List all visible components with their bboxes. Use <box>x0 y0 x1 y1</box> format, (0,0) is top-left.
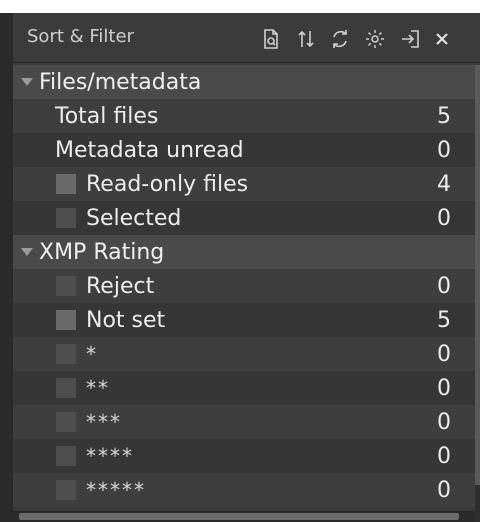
panel-header: Sort & Filter <box>13 13 480 63</box>
collapse-triangle-icon[interactable] <box>21 248 33 256</box>
row-metadata-unread[interactable]: Metadata unread 0 <box>13 133 475 167</box>
row-count: 0 <box>437 477 451 503</box>
row-count: 0 <box>437 443 451 469</box>
row-label: Total files <box>55 103 159 129</box>
search-document-icon[interactable] <box>258 26 284 52</box>
row-label: Metadata unread <box>55 137 244 163</box>
row-label: *** <box>86 410 122 434</box>
row-label: ** <box>86 376 110 400</box>
export-icon[interactable] <box>397 26 423 52</box>
row-count: 5 <box>437 307 451 333</box>
row-not-set[interactable]: Not set 5 <box>13 303 475 337</box>
row-count: 0 <box>437 375 451 401</box>
row-label: **** <box>86 444 134 468</box>
group-xmp-rating[interactable]: XMP Rating <box>13 235 475 269</box>
row-read-only-files[interactable]: Read-only files 4 <box>13 167 475 201</box>
row-reject[interactable]: Reject 0 <box>13 269 475 303</box>
filter-checkbox[interactable] <box>56 480 76 500</box>
filter-checkbox[interactable] <box>56 208 76 228</box>
row-rating-5[interactable]: ***** 0 <box>13 473 475 507</box>
filter-checkbox[interactable] <box>56 174 76 194</box>
row-count: 0 <box>437 205 451 231</box>
filter-checkbox[interactable] <box>56 310 76 330</box>
row-label: * <box>86 342 98 366</box>
close-icon[interactable] <box>429 26 455 52</box>
group-title: XMP Rating <box>39 239 165 265</box>
row-label: Not set <box>86 307 166 333</box>
row-count: 4 <box>437 171 451 197</box>
row-total-files[interactable]: Total files 5 <box>13 99 475 133</box>
row-rating-2[interactable]: ** 0 <box>13 371 475 405</box>
row-rating-1[interactable]: * 0 <box>13 337 475 371</box>
row-label: ***** <box>86 478 146 502</box>
filter-checkbox[interactable] <box>56 378 76 398</box>
sort-icon[interactable] <box>293 26 319 52</box>
filter-checkbox[interactable] <box>56 446 76 466</box>
row-label: Read-only files <box>86 171 249 197</box>
row-count: 0 <box>437 273 451 299</box>
filter-checkbox[interactable] <box>56 412 76 432</box>
row-selected[interactable]: Selected 0 <box>13 201 475 235</box>
group-title: Files/metadata <box>39 69 202 95</box>
horizontal-scrollbar-thumb[interactable] <box>19 513 459 520</box>
row-count: 5 <box>437 103 451 129</box>
filter-list: Files/metadata Total files 5 Metadata un… <box>13 65 475 507</box>
refresh-icon[interactable] <box>327 26 353 52</box>
settings-icon[interactable] <box>362 26 388 52</box>
row-rating-3[interactable]: *** 0 <box>13 405 475 439</box>
collapse-triangle-icon[interactable] <box>21 78 33 86</box>
row-count: 0 <box>437 409 451 435</box>
vertical-scrollbar-thumb[interactable] <box>475 65 480 485</box>
row-label: Reject <box>86 273 155 299</box>
row-count: 0 <box>437 137 451 163</box>
horizontal-scrollbar[interactable] <box>13 511 475 522</box>
sort-filter-panel: Sort & Filter Files/metadata Total files… <box>13 13 480 522</box>
window-edge <box>0 0 480 13</box>
app-frame: Sort & Filter Files/metadata Total files… <box>0 0 480 522</box>
row-rating-4[interactable]: **** 0 <box>13 439 475 473</box>
row-label: Selected <box>86 205 182 231</box>
filter-checkbox[interactable] <box>56 344 76 364</box>
panel-title: Sort & Filter <box>27 26 134 47</box>
filter-checkbox[interactable] <box>56 276 76 296</box>
row-count: 0 <box>437 341 451 367</box>
group-files-metadata[interactable]: Files/metadata <box>13 65 475 99</box>
